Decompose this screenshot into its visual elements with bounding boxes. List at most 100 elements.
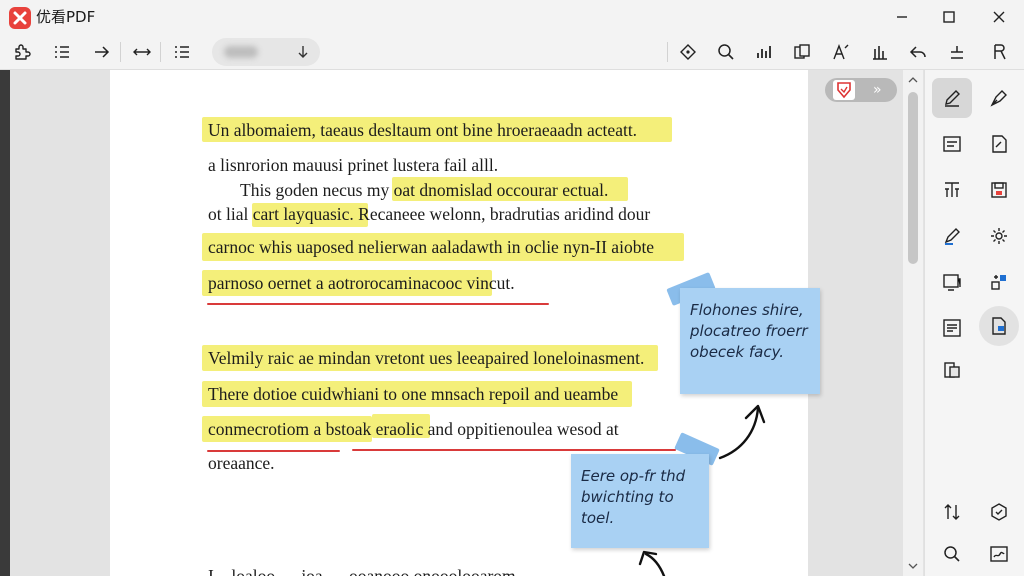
search-button[interactable] — [712, 39, 740, 65]
sticky-note-line: Eere op-fr thd — [581, 467, 686, 485]
sticky-note[interactable]: Flohones shire, plocatreo froerr obecek … — [680, 288, 820, 394]
compare-icon — [944, 362, 960, 378]
convert-button[interactable] — [979, 262, 1019, 302]
document-text-line: Velmily raic ae mindan vretont ues leeap… — [208, 348, 645, 368]
fountain-pen-icon — [990, 90, 1007, 107]
chevron-down-icon — [294, 42, 312, 62]
document-text-line: ot lial cart layquasic. Recaneee welonn,… — [208, 204, 651, 224]
security-button[interactable] — [979, 492, 1019, 532]
scrollbar-thumb[interactable] — [908, 92, 918, 264]
highlighter-button[interactable] — [932, 216, 972, 256]
vertical-scrollbar[interactable] — [903, 70, 923, 576]
compare-button[interactable] — [932, 350, 972, 390]
export-button[interactable] — [979, 306, 1019, 346]
signature-icon — [990, 546, 1008, 562]
fit-width-button[interactable] — [128, 39, 156, 65]
settings-button[interactable] — [979, 216, 1019, 256]
save-button[interactable] — [979, 170, 1019, 210]
document-text-line: Un albomaiem, taeaus desltaum ont bine h… — [208, 120, 638, 140]
left-edge — [0, 70, 10, 576]
pen-icon — [945, 90, 960, 107]
sort-icon — [944, 504, 960, 520]
extensions-button[interactable] — [8, 39, 36, 65]
fountain-pen-button[interactable] — [979, 78, 1019, 118]
annotation-panel — [924, 70, 1024, 576]
text-box-icon — [943, 136, 961, 152]
shield-icon — [833, 80, 855, 100]
diamond-icon — [680, 44, 696, 60]
statistics-button[interactable] — [750, 39, 778, 65]
navigate-button[interactable] — [674, 39, 702, 65]
present-button[interactable] — [932, 262, 972, 302]
outline-button[interactable] — [48, 39, 76, 65]
text-box-button[interactable] — [932, 124, 972, 164]
signature-button[interactable] — [979, 534, 1019, 574]
page-select-value — [224, 46, 258, 58]
comment-list-button[interactable] — [932, 308, 972, 348]
format-button[interactable] — [986, 39, 1014, 65]
underline-annotation[interactable] — [207, 450, 340, 452]
chart-button[interactable] — [866, 39, 894, 65]
document-area[interactable]: Un albomaiem, taeaus desltaum ont bine h… — [0, 70, 924, 576]
close-button[interactable] — [979, 4, 1019, 30]
fit-width-icon — [133, 48, 151, 56]
edit-document-button[interactable] — [979, 124, 1019, 164]
monitor-icon — [943, 274, 961, 291]
app-logo-icon — [13, 11, 27, 25]
sort-button[interactable] — [932, 492, 972, 532]
title-bar: 优看PDF — [0, 0, 1024, 34]
page-select[interactable] — [212, 38, 320, 66]
document-text-line: oreaance. — [208, 453, 275, 473]
scroll-up-icon[interactable] — [907, 74, 919, 86]
arrow-right-icon — [95, 46, 110, 58]
app-logo — [9, 7, 31, 29]
hexagon-icon — [991, 503, 1007, 521]
bar-chart-icon — [757, 46, 771, 58]
gear-icon — [991, 228, 1007, 244]
zoom-button[interactable] — [943, 39, 971, 65]
minimize-button[interactable] — [882, 4, 922, 30]
underline-annotation[interactable] — [352, 449, 676, 451]
search-panel-button[interactable] — [932, 534, 972, 574]
scroll-down-icon[interactable] — [907, 560, 919, 572]
app-title: 优看PDF — [36, 8, 96, 26]
comment-list-icon — [943, 319, 961, 337]
minimize-icon — [897, 16, 907, 18]
save-icon — [991, 182, 1007, 198]
document-text-line: I loaloo ioa ooanooo onooolooarom — [208, 566, 516, 576]
next-page-button[interactable] — [88, 39, 116, 65]
toolbar-divider — [667, 42, 668, 62]
chevron-right-icon: » — [873, 82, 882, 98]
plus-minus-icon — [951, 46, 963, 59]
maximize-button[interactable] — [929, 4, 969, 30]
convert-icon — [991, 275, 1006, 290]
underline-annotation[interactable] — [207, 303, 549, 305]
main-toolbar — [0, 34, 1024, 70]
document-text-line: There dotioe cuidwhiani to one mnsach re… — [208, 384, 619, 404]
page-list-button[interactable] — [168, 39, 196, 65]
sticky-note-line: Flohones shire, — [690, 301, 804, 319]
pages-button[interactable] — [788, 39, 816, 65]
sticky-note-line: plocatreo froerr — [690, 322, 808, 340]
pages-icon — [794, 44, 810, 59]
edit-document-icon — [992, 135, 1007, 153]
column-chart-icon — [873, 46, 887, 60]
typewriter-icon — [945, 182, 959, 197]
list-icon — [175, 46, 189, 58]
search-icon — [944, 546, 960, 562]
document-text-line: conmecrotiom a bstoak eraolic and oppiti… — [208, 419, 619, 439]
pen-tool-button[interactable] — [932, 78, 972, 118]
format-icon — [994, 44, 1006, 60]
sticky-note[interactable]: Eere op-fr thd bwichting to toel. — [571, 454, 709, 548]
text-tool-button[interactable] — [827, 39, 855, 65]
list-icon — [55, 46, 69, 58]
document-text-line: parnoso oernet a aotrorocaminacooc vincu… — [208, 273, 515, 293]
document-text-line: This goden necus my oat dnomislad occour… — [240, 180, 609, 200]
search-icon — [718, 44, 734, 60]
export-icon — [992, 317, 1006, 335]
review-pill[interactable]: » — [825, 78, 897, 102]
typewriter-button[interactable] — [932, 170, 972, 210]
toolbar-divider — [120, 42, 121, 62]
puzzle-icon — [15, 44, 31, 60]
undo-button[interactable] — [904, 39, 932, 65]
